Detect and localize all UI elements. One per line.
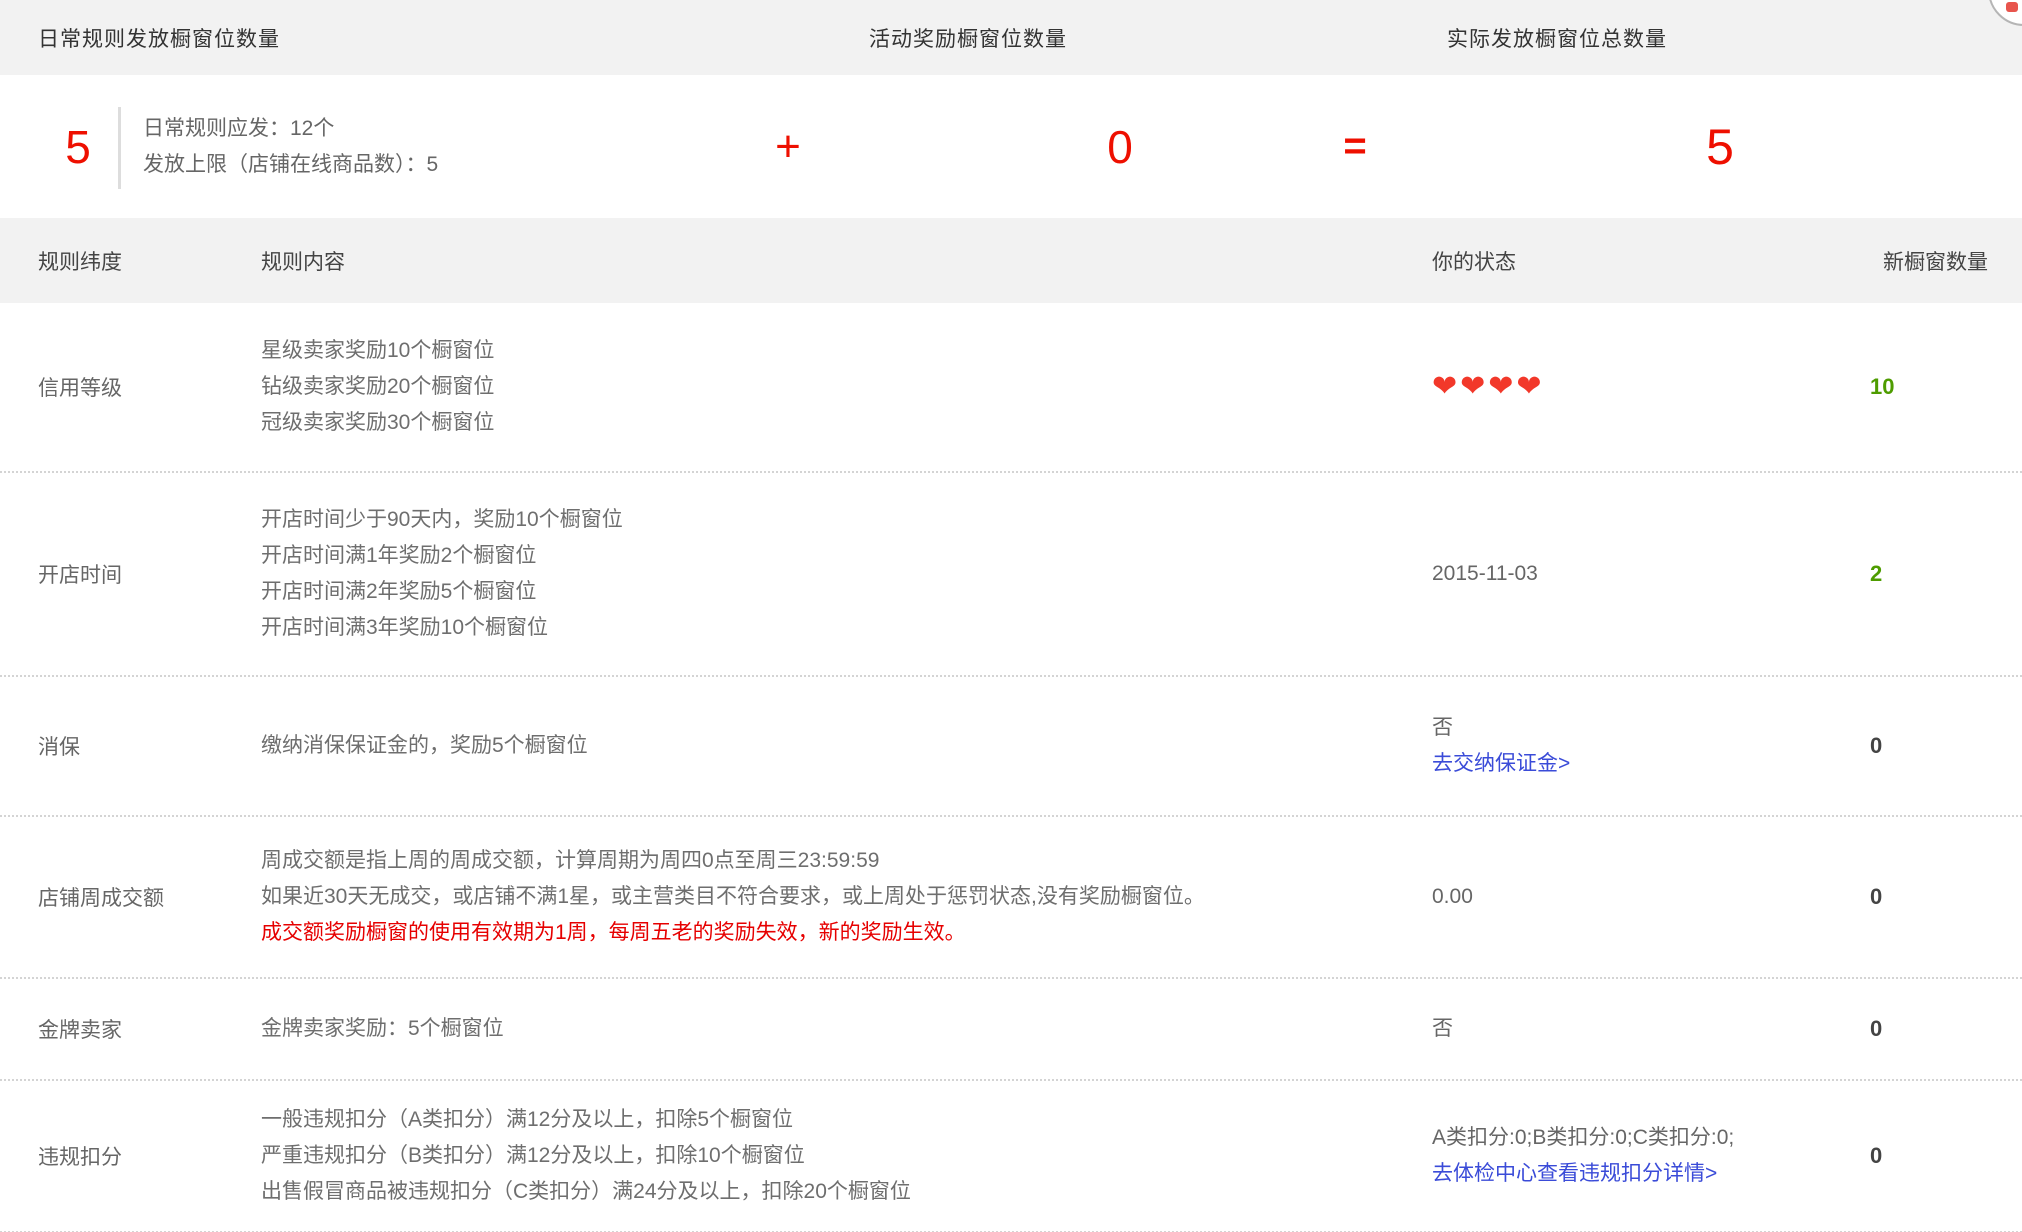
rule-content-line: 金牌卖家奖励：5个橱窗位 — [261, 1011, 1432, 1047]
rule-content-line: 周成交额是指上周的周成交额，计算周期为周四0点至周三23:59:59 — [261, 843, 1432, 879]
status-cell: 否 — [1432, 1011, 1862, 1047]
rule-content: 缴纳消保保证金的，奖励5个橱窗位 — [223, 728, 1432, 764]
status-cell: A类扣分:0;B类扣分:0;C类扣分:0; 去体检中心查看违规扣分详情> — [1432, 1120, 1862, 1192]
rule-content: 星级卖家奖励10个橱窗位 钻级卖家奖励20个橱窗位 冠级卖家奖励30个橱窗位 — [223, 333, 1432, 441]
table-row-violation-points: 违规扣分 一般违规扣分（A类扣分）满12分及以上，扣除5个橱窗位 严重违规扣分（… — [0, 1081, 2022, 1232]
rule-content-line: 开店时间满3年奖励10个橱窗位 — [261, 610, 1432, 646]
widget-red-icon — [2006, 2, 2018, 12]
total-issued-value: 5 — [1680, 75, 1760, 218]
count-cell: 0 — [1862, 1143, 2022, 1169]
new-showcase-count-value: 10 — [1870, 374, 1894, 399]
rule-content-line: 如果近30天无成交，或店铺不满1星，或主营类目不符合要求，或上周处于惩罚状态,没… — [261, 879, 1432, 915]
count-cell: 0 — [1862, 733, 2022, 759]
pay-deposit-link[interactable]: 去交纳保证金> — [1432, 746, 1570, 782]
count-cell: 0 — [1862, 1016, 2022, 1042]
daily-note-line1: 日常规则应发：12个 — [143, 113, 438, 145]
rule-content: 开店时间少于90天内，奖励10个橱窗位 开店时间满1年奖励2个橱窗位 开店时间满… — [223, 502, 1432, 646]
status-cell: 0.00 — [1432, 879, 1862, 915]
summary-titles-band: 日常规则发放橱窗位数量 活动奖励橱窗位数量 实际发放橱窗位总数量 — [0, 0, 2022, 75]
new-showcase-count-value: 0 — [1870, 884, 1882, 909]
status-cell: 否 去交纳保证金> — [1432, 710, 1862, 782]
credit-hearts-icon: ❤❤❤❤ — [1432, 370, 1545, 403]
table-row-credit-level: 信用等级 星级卖家奖励10个橱窗位 钻级卖家奖励20个橱窗位 冠级卖家奖励30个… — [0, 303, 2022, 473]
new-showcase-count-value: 0 — [1870, 1016, 1882, 1041]
plus-operator: + — [748, 75, 828, 218]
violation-points-value: A类扣分:0;B类扣分:0;C类扣分:0; — [1432, 1120, 1862, 1156]
turnover-value: 0.00 — [1432, 885, 1473, 908]
table-row-weekly-turnover: 店铺周成交额 周成交额是指上周的周成交额，计算周期为周四0点至周三23:59:5… — [0, 817, 2022, 979]
new-showcase-count-value: 2 — [1870, 561, 1882, 586]
table-row-open-time: 开店时间 开店时间少于90天内，奖励10个橱窗位 开店时间满1年奖励2个橱窗位 … — [0, 473, 2022, 677]
rule-dimension-label: 信用等级 — [0, 372, 223, 402]
rule-content-line: 开店时间少于90天内，奖励10个橱窗位 — [261, 502, 1432, 538]
header-rule-content: 规则内容 — [223, 246, 1432, 276]
rule-content-line: 星级卖家奖励10个橱窗位 — [261, 333, 1432, 369]
status-cell: 2015-11-03 — [1432, 556, 1862, 592]
rule-dimension-label: 违规扣分 — [0, 1141, 223, 1171]
rules-table-header: 规则纬度 规则内容 你的状态 新橱窗数量 — [0, 218, 2022, 303]
activity-reward-value: 0 — [1080, 75, 1160, 218]
daily-issued-value: 5 — [40, 75, 116, 218]
rule-content-line: 冠级卖家奖励30个橱窗位 — [261, 405, 1432, 441]
open-date-value: 2015-11-03 — [1432, 562, 1538, 585]
deposit-status-value: 否 — [1432, 710, 1862, 746]
rule-content-line: 严重违规扣分（B类扣分）满12分及以上，扣除10个橱窗位 — [261, 1138, 1432, 1174]
actual-total-column-title: 实际发放橱窗位总数量 — [1447, 0, 1667, 75]
rule-content-line: 开店时间满2年奖励5个橱窗位 — [261, 574, 1432, 610]
header-your-status: 你的状态 — [1432, 246, 1862, 276]
rule-content-line: 开店时间满1年奖励2个橱窗位 — [261, 538, 1432, 574]
rule-warning-line: 成交额奖励橱窗的使用有效期为1周，每周五老的奖励失效，新的奖励生效。 — [261, 915, 1432, 951]
showcase-rules-panel: 日常规则发放橱窗位数量 活动奖励橱窗位数量 实际发放橱窗位总数量 5 日常规则应… — [0, 0, 2022, 1232]
header-new-showcase-count: 新橱窗数量 — [1862, 246, 2022, 276]
rule-dimension-label: 开店时间 — [0, 559, 223, 589]
gold-seller-status-value: 否 — [1432, 1017, 1453, 1040]
rule-dimension-label: 消保 — [0, 731, 223, 761]
rule-dimension-label: 店铺周成交额 — [0, 882, 223, 912]
daily-note-line2: 发放上限（店铺在线商品数）：5 — [143, 149, 438, 181]
rule-content: 一般违规扣分（A类扣分）满12分及以上，扣除5个橱窗位 严重违规扣分（B类扣分）… — [223, 1102, 1432, 1210]
rule-dimension-label: 金牌卖家 — [0, 1014, 223, 1044]
rule-content: 周成交额是指上周的周成交额，计算周期为周四0点至周三23:59:59 如果近30… — [223, 843, 1432, 951]
new-showcase-count-value: 0 — [1870, 733, 1882, 758]
rule-content-line: 出售假冒商品被违规扣分（C类扣分）满24分及以上，扣除20个橱窗位 — [261, 1174, 1432, 1210]
rule-content-line: 缴纳消保保证金的，奖励5个橱窗位 — [261, 728, 1432, 764]
count-cell: 10 — [1862, 374, 2022, 400]
count-cell: 2 — [1862, 561, 2022, 587]
violation-details-link[interactable]: 去体检中心查看违规扣分详情> — [1432, 1156, 1717, 1192]
rule-content-line: 一般违规扣分（A类扣分）满12分及以上，扣除5个橱窗位 — [261, 1102, 1432, 1138]
status-cell: ❤❤❤❤ — [1432, 372, 1862, 402]
header-rule-dimension: 规则纬度 — [0, 246, 223, 276]
table-row-gold-seller: 金牌卖家 金牌卖家奖励：5个橱窗位 否 0 — [0, 979, 2022, 1081]
table-row-consumer-protection: 消保 缴纳消保保证金的，奖励5个橱窗位 否 去交纳保证金> 0 — [0, 677, 2022, 817]
rule-content: 金牌卖家奖励：5个橱窗位 — [223, 1011, 1432, 1047]
equals-operator: = — [1315, 75, 1395, 218]
count-cell: 0 — [1862, 884, 2022, 910]
activity-reward-column-title: 活动奖励橱窗位数量 — [869, 0, 1067, 75]
rule-content-line: 钻级卖家奖励20个橱窗位 — [261, 369, 1432, 405]
new-showcase-count-value: 0 — [1870, 1143, 1882, 1168]
summary-equation-row: 5 日常规则应发：12个 发放上限（店铺在线商品数）：5 + 0 = 5 — [0, 75, 2022, 218]
summary-divider — [118, 107, 121, 189]
daily-rule-column-title: 日常规则发放橱窗位数量 — [38, 0, 280, 75]
daily-issue-notes: 日常规则应发：12个 发放上限（店铺在线商品数）：5 — [143, 75, 438, 218]
